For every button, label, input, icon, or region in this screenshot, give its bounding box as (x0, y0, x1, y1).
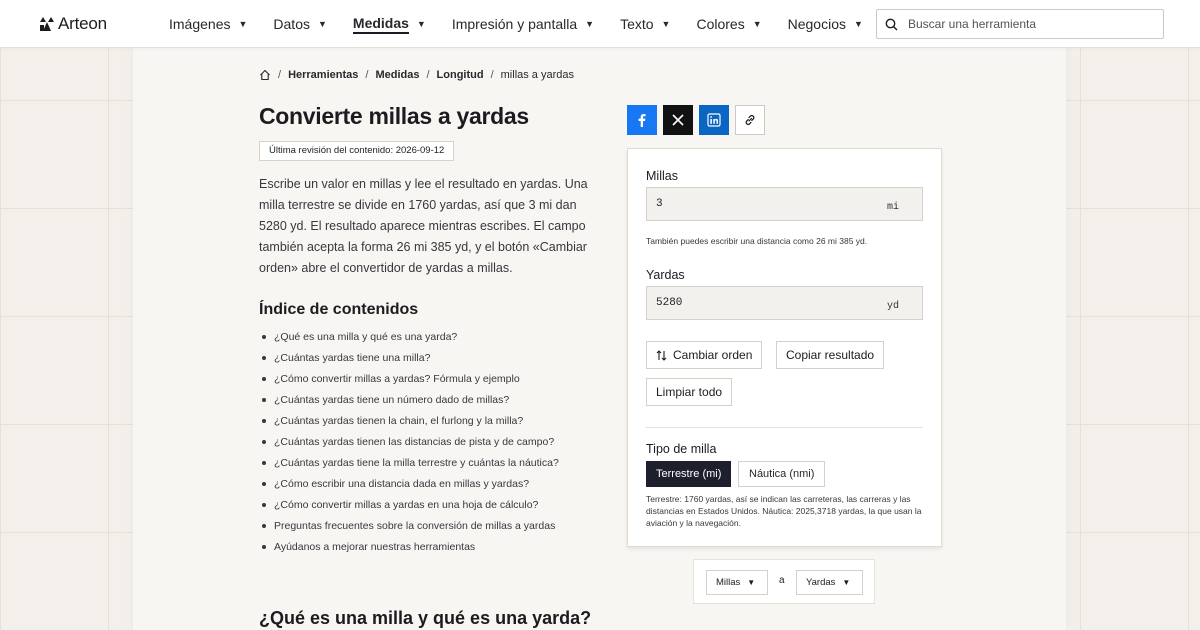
yards-label: Yardas (646, 268, 685, 282)
section-heading: ¿Qué es una milla y qué es una yarda? (259, 608, 592, 628)
swap-button[interactable]: Cambiar orden (646, 341, 763, 369)
toc-item[interactable]: ¿Qué es una milla y qué es una yarda? (262, 330, 559, 351)
miles-unit: mi (886, 202, 899, 213)
caret-down-icon: ▼ (854, 19, 863, 29)
swap-arrows-icon (656, 349, 667, 361)
breadcrumb: / Herramientas / Medidas / Longitud / mi… (259, 69, 574, 81)
top-navigation-bar: Arteon Imágenes ▼ Datos ▼ Medidas ▼ Impresi… (0, 0, 1200, 48)
page-title: Convierte millas a yardas (259, 103, 529, 129)
nav-label: Texto (620, 16, 654, 32)
nav-item-impresion[interactable]: Impresión y pantalla ▼ (452, 0, 594, 48)
caret-down-icon: ▼ (747, 578, 756, 587)
share-linkedin-button[interactable] (699, 105, 729, 135)
nav-label: Medidas (352, 15, 409, 34)
breadcrumb-separator: / (426, 69, 430, 81)
toc-item[interactable]: ¿Cómo convertir millas a yardas? Fórmula… (262, 372, 559, 393)
toc-item[interactable]: Ayúdanos a mejorar nuestras herramientas (262, 540, 559, 561)
yards-unit: yd (886, 301, 899, 312)
nav-item-medidas[interactable]: Medidas ▼ (352, 0, 426, 48)
converter-card: Millas mi También puedes escribir una di… (627, 148, 942, 547)
toc-item[interactable]: ¿Cuántas yardas tiene una milla? (262, 351, 559, 372)
toc-item[interactable]: ¿Cuántas yardas tiene la milla terrestre… (262, 456, 559, 477)
caret-down-icon: ▼ (585, 19, 595, 29)
caret-down-icon: ▼ (752, 19, 762, 29)
nav-item-imagenes[interactable]: Imágenes ▼ (169, 0, 247, 48)
nav-item-colores[interactable]: Colores ▼ (696, 0, 761, 48)
table-of-contents: ¿Qué es una milla y qué es una yarda? ¿C… (262, 330, 559, 561)
copy-link-button[interactable] (735, 105, 765, 135)
to-unit-value: Yardas (806, 577, 836, 588)
mile-type-nautical[interactable]: Náutica (nmi) (738, 461, 826, 487)
toc-item[interactable]: ¿Cómo escribir una distancia dada en mil… (262, 477, 559, 498)
divider (646, 427, 923, 428)
linkedin-icon (707, 113, 721, 127)
search-box (876, 9, 1164, 39)
caret-down-icon: ▼ (842, 578, 851, 587)
search-icon (885, 18, 898, 30)
miles-field: mi (646, 187, 923, 221)
logo-icon (40, 17, 54, 31)
breadcrumb-medidas[interactable]: Medidas (375, 69, 419, 81)
yards-input[interactable] (647, 297, 877, 309)
logo-text: Arteon (58, 14, 107, 33)
swap-button-label: Cambiar orden (673, 348, 753, 362)
breadcrumb-separator: / (278, 69, 282, 81)
search-input[interactable] (908, 17, 1148, 31)
clear-all-label: Limpiar todo (656, 385, 723, 399)
clear-all-button[interactable]: Limpiar todo (646, 378, 733, 406)
unit-selectors: Millas ▼ a Yardas ▼ (693, 559, 875, 604)
copy-result-label: Copiar resultado (786, 348, 875, 362)
breadcrumb-herramientas[interactable]: Herramientas (288, 69, 358, 81)
nav-item-texto[interactable]: Texto ▼ (620, 0, 670, 48)
nav-label: Imágenes (169, 16, 231, 32)
from-unit-value: Millas (716, 577, 741, 588)
breadcrumb-current: millas a yardas (500, 69, 574, 81)
miles-label: Millas (646, 169, 678, 183)
toc-item[interactable]: ¿Cuántas yardas tiene un número dado de … (262, 393, 559, 414)
to-unit-select[interactable]: Yardas ▼ (796, 570, 863, 595)
x-icon (672, 114, 684, 126)
caret-down-icon: ▼ (238, 19, 248, 29)
share-x-button[interactable] (663, 105, 693, 135)
toc-item[interactable]: ¿Cuántas yardas tienen las distancias de… (262, 435, 559, 456)
unit-connector: a (779, 575, 785, 586)
intro-paragraph: Escribe un valor en millas y lee el resu… (259, 177, 588, 275)
main-nav: Imágenes ▼ Datos ▼ Medidas ▼ Impresión y pa… (169, 0, 889, 48)
toc-title: Índice de contenidos (259, 301, 419, 318)
nav-label: Datos (273, 16, 310, 32)
nav-item-negocios[interactable]: Negocios ▼ (788, 0, 863, 48)
breadcrumb-separator: / (365, 69, 369, 81)
nav-label: Negocios (787, 16, 846, 32)
copy-result-button[interactable]: Copiar resultado (776, 341, 885, 369)
nav-label: Colores (696, 16, 745, 32)
link-icon (745, 115, 755, 125)
mile-type-note: Terrestre: 1760 yardas, así se indican l… (646, 494, 922, 528)
miles-input[interactable] (647, 198, 877, 210)
revision-badge: Última revisión del contenido: 2026-09-1… (259, 141, 455, 161)
logo[interactable]: Arteon (39, 14, 107, 34)
toc-item[interactable]: ¿Cuántas yardas tienen la chain, el furl… (262, 414, 559, 435)
from-unit-select[interactable]: Millas ▼ (706, 570, 768, 595)
mile-type-terrestrial[interactable]: Terrestre (mi) (646, 461, 732, 487)
caret-down-icon: ▼ (317, 19, 327, 29)
nav-item-datos[interactable]: Datos ▼ (273, 0, 327, 48)
toc-item[interactable]: ¿Cómo convertir millas a yardas en una h… (262, 498, 559, 519)
mile-type-label: Tipo de milla (646, 442, 717, 456)
input-hint: También puedes escribir una distancia co… (646, 236, 868, 246)
breadcrumb-separator: / (490, 69, 494, 81)
caret-down-icon: ▼ (416, 19, 426, 29)
nav-label: Impresión y pantalla (451, 16, 578, 32)
breadcrumb-longitud[interactable]: Longitud (437, 69, 484, 81)
toc-item[interactable]: Preguntas frecuentes sobre la conversión… (262, 519, 559, 540)
facebook-icon (638, 114, 646, 127)
share-facebook-button[interactable] (627, 105, 657, 135)
yards-field: yd (646, 286, 923, 320)
share-buttons (627, 105, 771, 135)
home-icon[interactable] (259, 69, 271, 81)
caret-down-icon: ▼ (661, 19, 671, 29)
